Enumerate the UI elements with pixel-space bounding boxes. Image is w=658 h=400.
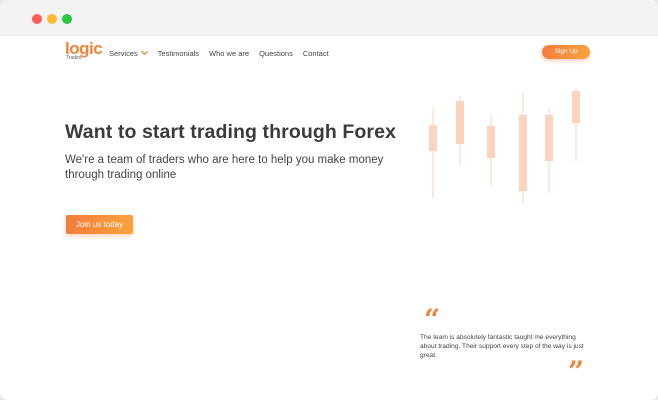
quote-close-icon: ” [568,355,585,388]
nav-item-label: Who we are [209,48,250,58]
nav-item-who-we-are[interactable]: Who we are [209,49,249,58]
main-nav: Services Testimonials Who we are Questio… [109,47,339,59]
chevron-down-icon [140,50,148,56]
nav-item-contact[interactable]: Contact [303,49,329,58]
nav-item-questions[interactable]: Questions [259,49,293,58]
sign-up-button[interactable]: Sign Up [542,45,590,59]
maximize-window-button[interactable] [62,14,72,24]
candle [429,108,437,198]
hero-title: Want to start trading through Forex [65,121,397,143]
nav-item-label: Services [109,48,138,58]
window-titlebar [0,0,658,36]
testimonial-text: The team is absolutely fantastic taught … [420,334,584,359]
nav-item-testimonials[interactable]: Testimonials [158,49,199,58]
join-us-button[interactable]: Join us today [66,215,133,234]
nav-item-label: Testimonials [157,48,200,58]
logo[interactable]: logic Trades [65,39,105,64]
browser-window: logic Trades Services Testimonials Who w… [0,0,658,400]
minimize-window-button[interactable] [47,14,57,24]
candle [456,96,464,166]
candle [519,93,527,203]
candle [572,88,580,162]
candle [487,114,495,186]
hero-subtitle: We're a team of traders who are here to … [65,154,384,181]
candle [545,108,553,193]
nav-item-label: Contact [302,48,329,58]
nav-item-label: Questions [259,48,293,58]
candlestick-illustration [429,88,580,203]
quote-open-icon: “ [424,303,441,336]
nav-item-services[interactable]: Services [109,49,148,58]
logo-tagline: Trades [66,55,82,61]
close-window-button[interactable] [32,14,42,24]
